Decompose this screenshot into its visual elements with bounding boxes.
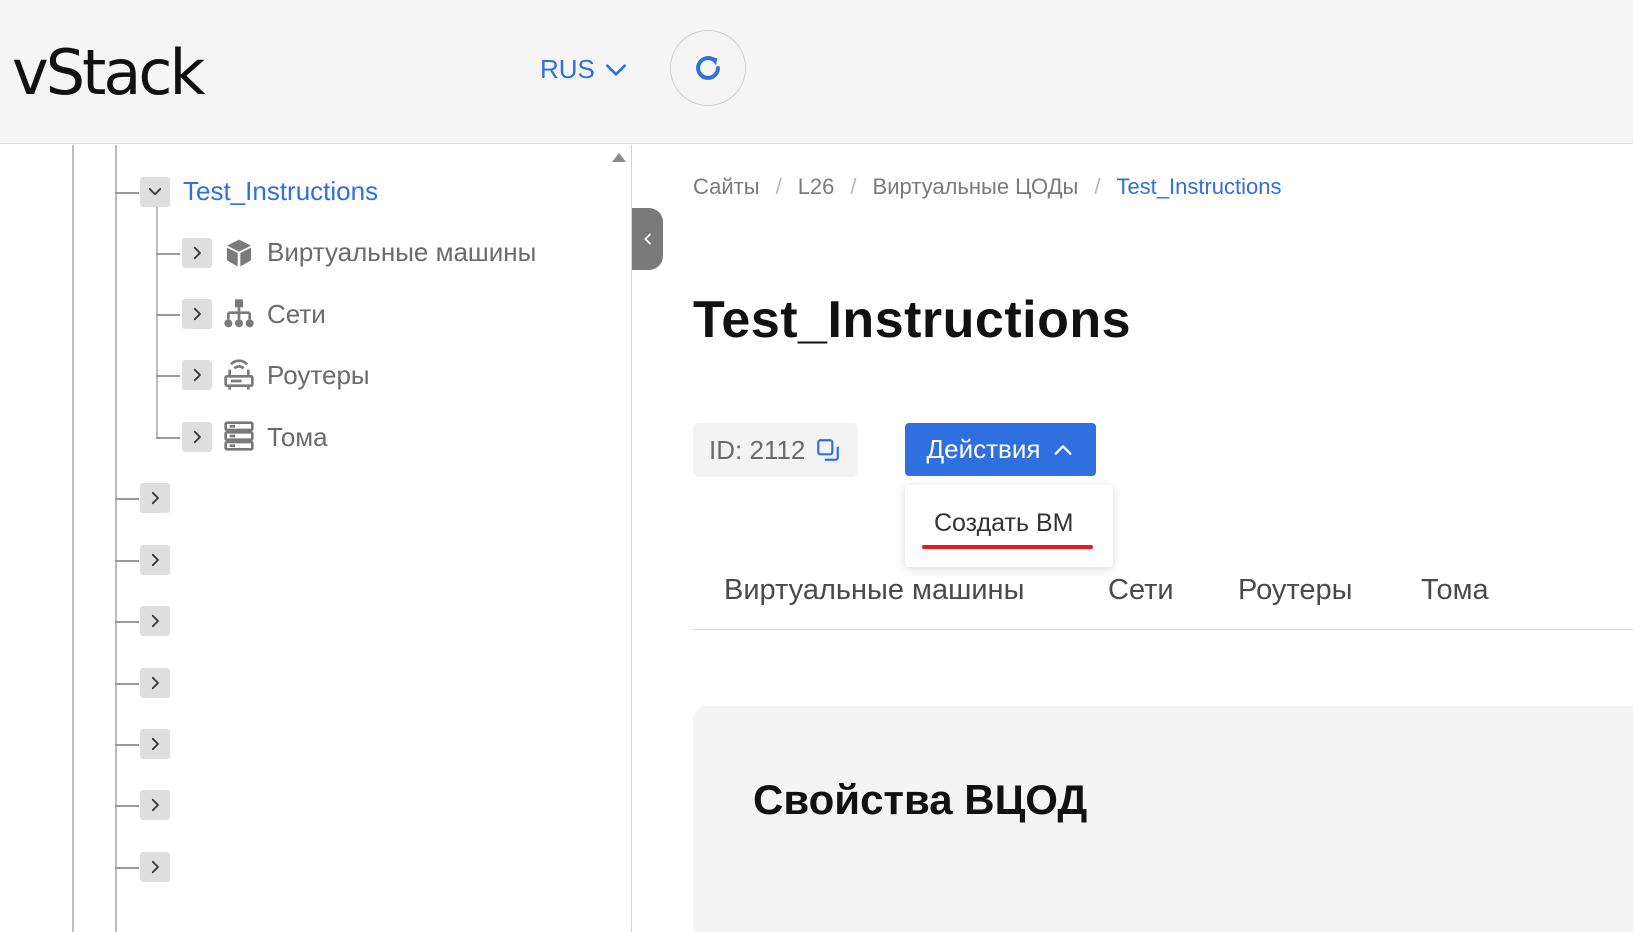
page-title: Test_Instructions bbox=[693, 291, 1132, 349]
copy-icon[interactable] bbox=[815, 437, 841, 463]
highlight-underline bbox=[922, 545, 1093, 549]
tree-connector bbox=[115, 683, 139, 685]
tree-expand-toggle[interactable] bbox=[140, 729, 170, 759]
tree-node-networks[interactable]: Сети bbox=[267, 299, 326, 330]
chevron-down-icon bbox=[148, 188, 162, 196]
chevron-right-icon bbox=[151, 614, 159, 628]
tab-routers[interactable]: Роутеры bbox=[1238, 574, 1352, 607]
breadcrumb-item-virtual-dcs[interactable]: Виртуальные ЦОДы bbox=[873, 174, 1079, 200]
tree-node-volumes[interactable]: Тома bbox=[267, 422, 328, 453]
chevron-right-icon bbox=[151, 491, 159, 505]
breadcrumb-item-l26[interactable]: L26 bbox=[798, 174, 835, 200]
app-logo[interactable]: vStack bbox=[12, 38, 205, 108]
tree-guide-line bbox=[72, 145, 74, 932]
refresh-icon bbox=[696, 56, 720, 80]
menu-item-create-vm[interactable]: Создать ВМ bbox=[934, 509, 1073, 538]
actions-dropdown-menu: Создать ВМ bbox=[905, 485, 1113, 567]
cube-icon bbox=[222, 236, 256, 270]
volumes-icon bbox=[222, 419, 256, 453]
tree-connector bbox=[156, 437, 180, 439]
chevron-right-icon bbox=[193, 246, 201, 260]
tab-bar: Виртуальные машины Сети Роутеры Тома bbox=[693, 560, 1633, 630]
tree-connector bbox=[156, 253, 180, 255]
tree-expand-toggle[interactable] bbox=[182, 422, 212, 452]
actions-button[interactable]: Действия bbox=[905, 423, 1096, 476]
tree-collapse-toggle[interactable] bbox=[140, 177, 170, 207]
refresh-button[interactable] bbox=[670, 30, 746, 106]
chevron-right-icon bbox=[151, 737, 159, 751]
language-label: RUS bbox=[540, 54, 595, 84]
tree-connector bbox=[115, 867, 139, 869]
tree-connector bbox=[115, 192, 139, 194]
breadcrumb-current: Test_Instructions bbox=[1116, 174, 1282, 199]
properties-title: Свойства ВЦОД bbox=[753, 776, 1088, 823]
tree-guide-line bbox=[115, 145, 117, 932]
tree-connector bbox=[156, 314, 180, 316]
tab-networks[interactable]: Сети bbox=[1108, 574, 1174, 607]
tree-connector bbox=[115, 621, 139, 623]
chevron-right-icon bbox=[193, 368, 201, 382]
sidebar-collapse-button[interactable] bbox=[632, 208, 663, 270]
chevron-up-icon bbox=[1054, 444, 1072, 455]
chevron-down-icon bbox=[605, 63, 626, 76]
tree-expand-toggle[interactable] bbox=[182, 299, 212, 329]
tree-connector bbox=[156, 375, 180, 377]
tree-expand-toggle[interactable] bbox=[182, 238, 212, 268]
tree-node-routers[interactable]: Роутеры bbox=[267, 360, 370, 391]
breadcrumb-separator: / bbox=[850, 174, 857, 199]
resource-tree: Test_Instructions Виртуальные машины Сет… bbox=[0, 145, 632, 932]
tab-volumes[interactable]: Тома bbox=[1421, 574, 1489, 607]
tree-node-vms[interactable]: Виртуальные машины bbox=[267, 237, 536, 268]
chevron-right-icon bbox=[151, 676, 159, 690]
tree-connector bbox=[115, 498, 139, 500]
chevron-right-icon bbox=[151, 860, 159, 874]
router-icon bbox=[222, 358, 256, 392]
language-selector[interactable]: RUS bbox=[540, 54, 629, 85]
id-label: ID: 2112 bbox=[709, 434, 806, 465]
tab-virtual-machines[interactable]: Виртуальные машины bbox=[724, 574, 1024, 607]
tree-expand-toggle[interactable] bbox=[140, 545, 170, 575]
tree-guide-line bbox=[156, 207, 158, 437]
tree-connector bbox=[115, 805, 139, 807]
tree-connector bbox=[115, 744, 139, 746]
tree-connector bbox=[115, 560, 139, 562]
breadcrumb-separator: / bbox=[775, 174, 782, 199]
breadcrumb-separator: / bbox=[1094, 174, 1101, 199]
tree-expand-toggle[interactable] bbox=[140, 852, 170, 882]
tree-expand-toggle[interactable] bbox=[140, 790, 170, 820]
chevron-left-icon bbox=[643, 233, 651, 245]
tree-expand-toggle[interactable] bbox=[140, 483, 170, 513]
breadcrumb: Сайты / L26 / Виртуальные ЦОДы / Test_In… bbox=[693, 174, 1282, 200]
actions-label: Действия bbox=[926, 434, 1041, 464]
tree-expand-toggle[interactable] bbox=[182, 360, 212, 390]
tree-expand-toggle[interactable] bbox=[140, 668, 170, 698]
top-header: vStack RUS bbox=[0, 0, 1633, 144]
network-icon bbox=[222, 297, 256, 331]
chevron-right-icon bbox=[193, 307, 201, 321]
scroll-up-arrow-icon[interactable] bbox=[612, 153, 626, 162]
chevron-right-icon bbox=[151, 553, 159, 567]
id-badge: ID: 2112 bbox=[693, 423, 858, 477]
breadcrumb-item-sites[interactable]: Сайты bbox=[693, 174, 760, 200]
tree-expand-toggle[interactable] bbox=[140, 606, 170, 636]
chevron-right-icon bbox=[193, 430, 201, 444]
tree-node-test-instructions[interactable]: Test_Instructions bbox=[183, 176, 378, 207]
properties-card: Свойства ВЦОД bbox=[693, 706, 1633, 932]
chevron-right-icon bbox=[151, 798, 159, 812]
